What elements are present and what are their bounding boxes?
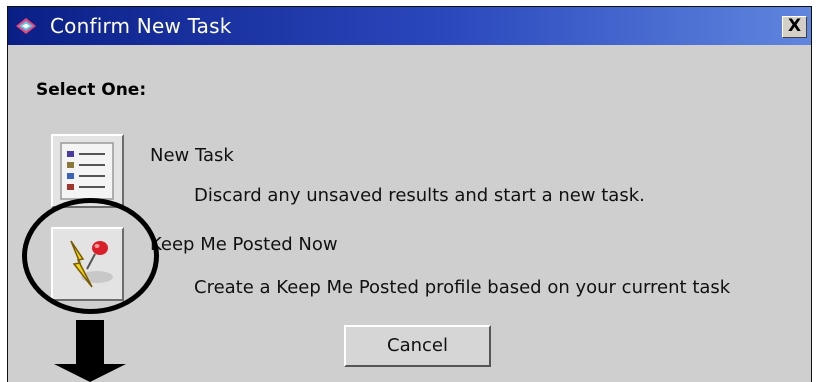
keep-me-posted-description: Create a Keep Me Posted profile based on… <box>194 277 731 298</box>
app-icon <box>16 18 36 34</box>
keep-me-posted-label: Keep Me Posted Now <box>150 234 338 255</box>
confirm-new-task-dialog: Confirm New Task X Select One: New Task … <box>7 6 812 382</box>
new-task-description: Discard any unsaved results and start a … <box>194 185 645 206</box>
new-task-button[interactable] <box>51 134 124 208</box>
new-task-label: New Task <box>150 145 234 166</box>
select-heading: Select One: <box>36 80 147 100</box>
arrow-down-icon <box>54 320 126 382</box>
cancel-button[interactable]: Cancel <box>344 325 491 367</box>
window-title: Confirm New Task <box>50 14 232 38</box>
close-button[interactable]: X <box>782 16 807 38</box>
title-bar[interactable]: Confirm New Task X <box>8 7 811 45</box>
task-list-icon <box>60 142 114 200</box>
highlight-circle <box>22 198 159 314</box>
